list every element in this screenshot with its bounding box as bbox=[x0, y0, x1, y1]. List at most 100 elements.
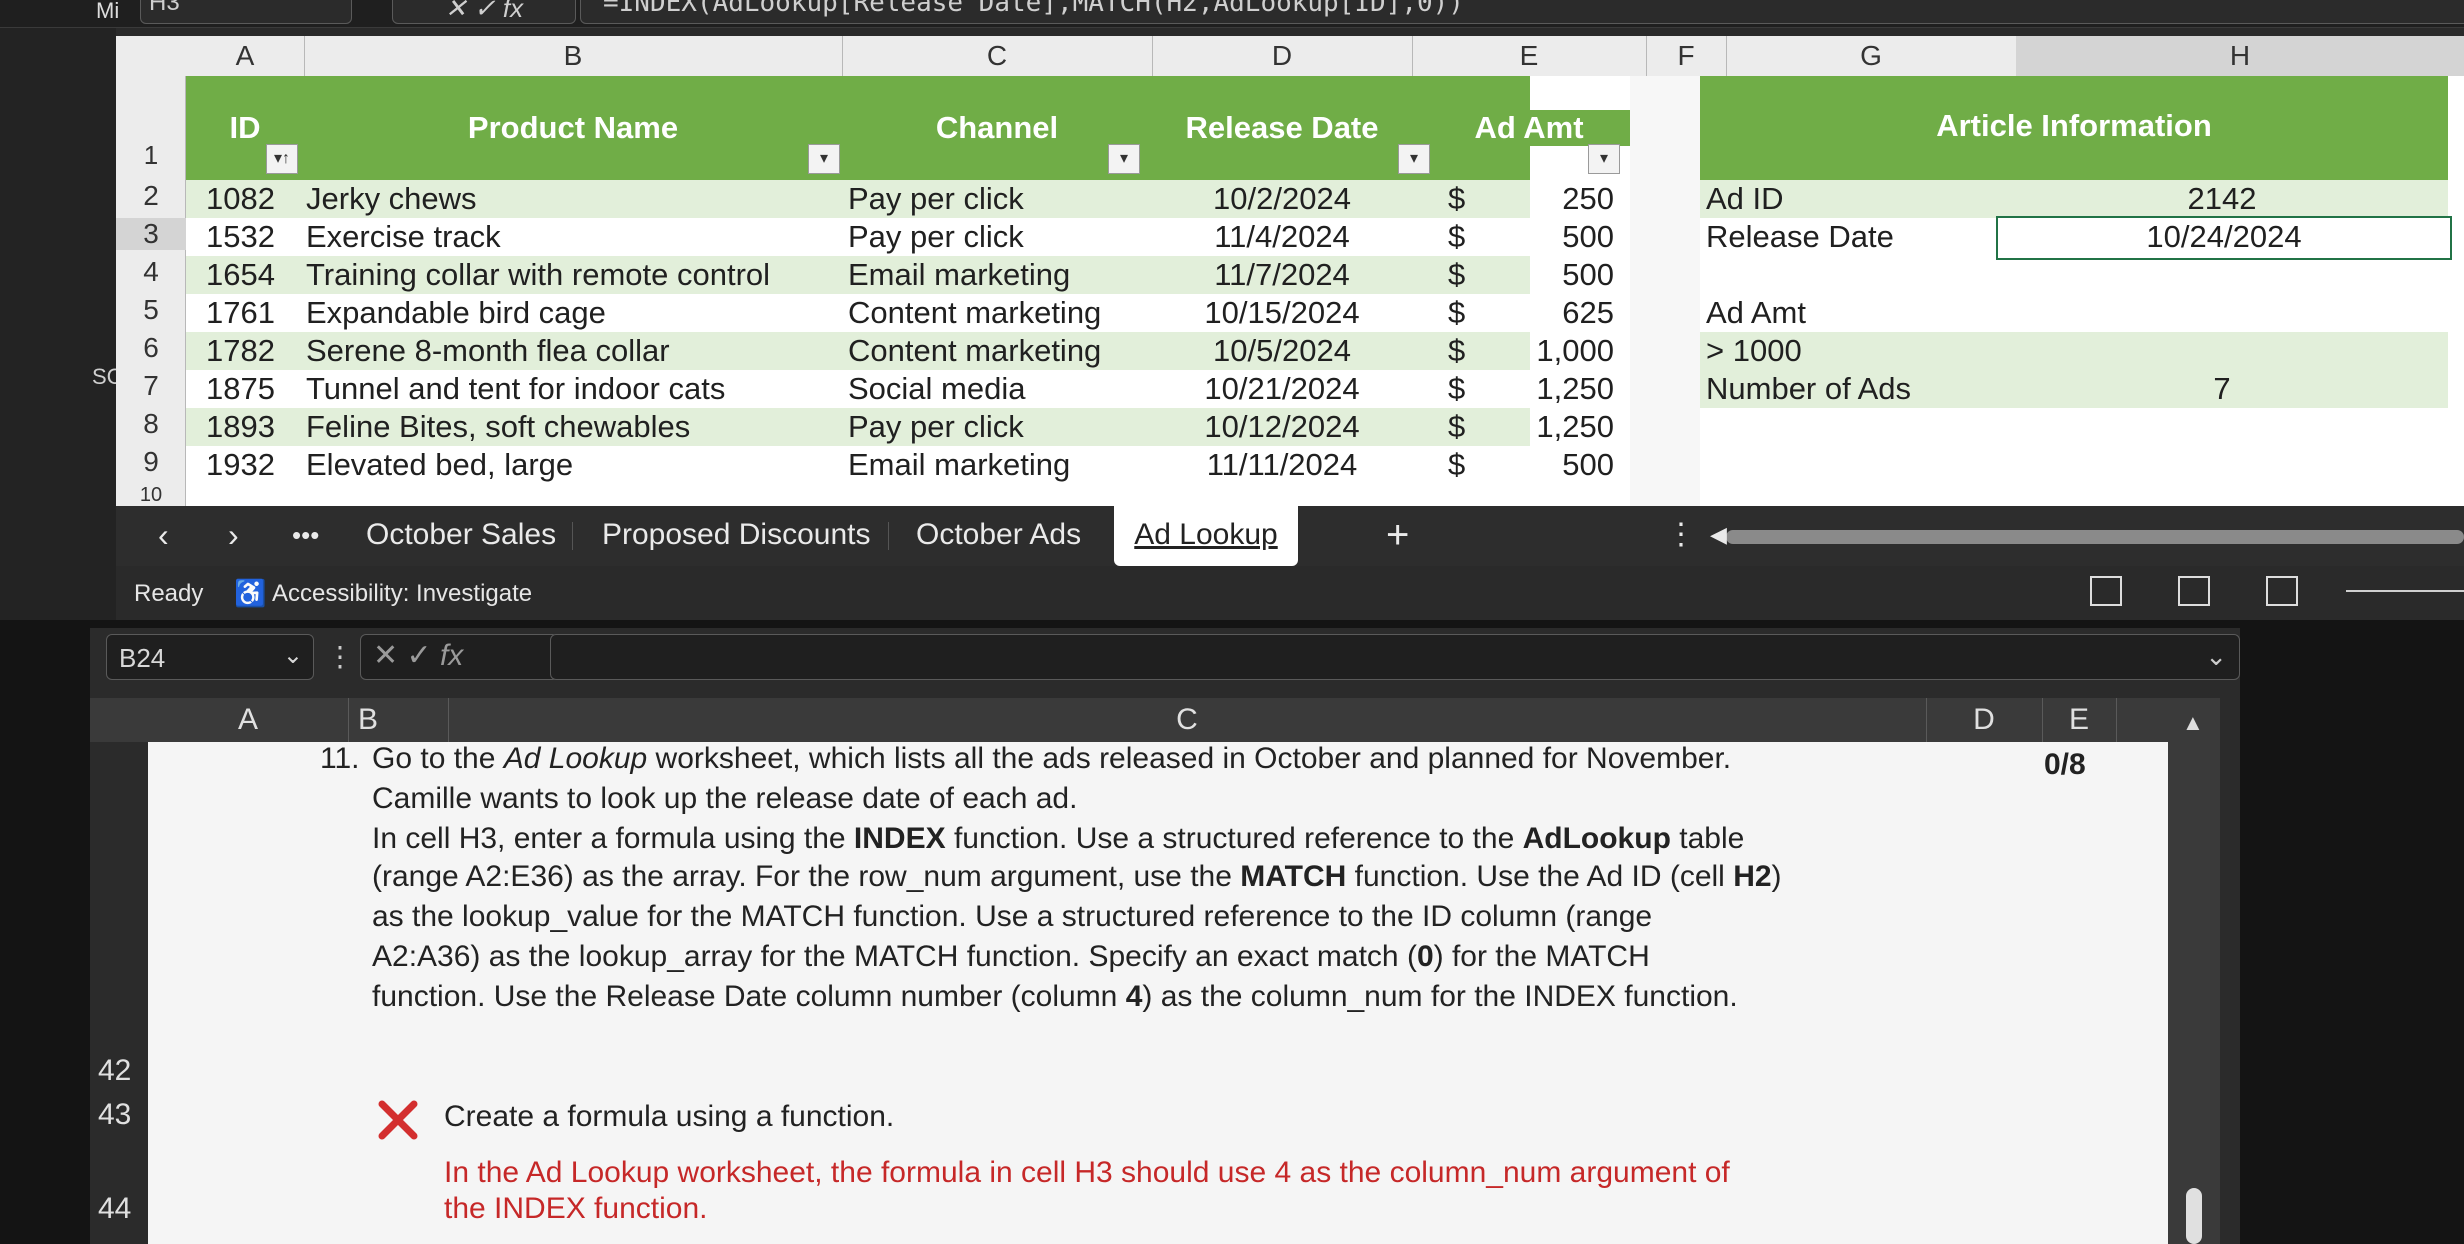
filter-dropdown-ad-amt[interactable]: ▾ bbox=[1588, 144, 1620, 174]
cell-id[interactable]: 1932 bbox=[206, 446, 275, 484]
cell-channel[interactable]: Content marketing bbox=[848, 294, 1101, 332]
cell-product[interactable]: Serene 8-month flea collar bbox=[306, 332, 670, 370]
name-box-bottom[interactable]: B24 ⌄ bbox=[106, 634, 314, 680]
formula-input-bottom[interactable]: ⌄ bbox=[550, 634, 2240, 680]
cell-channel[interactable]: Content marketing bbox=[848, 332, 1101, 370]
page-layout-view-icon[interactable] bbox=[2178, 576, 2210, 606]
cell-product[interactable]: Exercise track bbox=[306, 218, 501, 256]
col-header-c[interactable]: C bbox=[842, 36, 1153, 76]
header-product-name[interactable]: Product Name bbox=[304, 110, 842, 146]
cell-date[interactable]: 10/21/2024 bbox=[1152, 370, 1412, 408]
cell-amt[interactable]: 1,250 bbox=[1412, 408, 1614, 446]
cell-amt[interactable]: 500 bbox=[1412, 446, 1614, 484]
row2-header-43[interactable]: 43 bbox=[98, 1098, 131, 1132]
horizontal-scrollbar[interactable] bbox=[1726, 530, 2464, 544]
cell-product[interactable]: Elevated bed, large bbox=[306, 446, 573, 484]
row2-header-42[interactable]: 42 bbox=[98, 1054, 131, 1088]
num-ads-value[interactable]: 7 bbox=[1996, 370, 2448, 408]
cell-id[interactable]: 1082 bbox=[206, 180, 275, 218]
col2-header-c[interactable]: C bbox=[448, 698, 1927, 742]
prev-sheet-icon[interactable]: ‹ bbox=[158, 506, 169, 566]
cell-channel[interactable]: Pay per click bbox=[848, 408, 1024, 446]
add-sheet-icon[interactable]: + bbox=[1386, 506, 1409, 566]
cell-amt[interactable]: 1,000 bbox=[1412, 332, 1614, 370]
sort-filter-button-id[interactable]: ▾↑ bbox=[266, 144, 298, 174]
cell-channel[interactable]: Social media bbox=[848, 370, 1025, 408]
header-channel[interactable]: Channel bbox=[842, 110, 1152, 146]
cell-amt[interactable]: 500 bbox=[1412, 218, 1614, 256]
article-info-header[interactable]: Article Information bbox=[1700, 108, 2448, 144]
cell-product[interactable]: Expandable bird cage bbox=[306, 294, 606, 332]
row-header-2[interactable]: 2 bbox=[116, 180, 186, 212]
fx-buttons[interactable]: ✕ ✓ fx bbox=[392, 0, 576, 24]
cell-id[interactable]: 1654 bbox=[206, 256, 275, 294]
tab-proposed-discounts[interactable]: Proposed Discounts bbox=[602, 506, 870, 566]
col2-header-e[interactable]: E bbox=[2042, 698, 2117, 742]
row-header-1[interactable]: 1 bbox=[116, 140, 186, 171]
row-header-4[interactable]: 4 bbox=[116, 256, 186, 288]
next-sheet-icon[interactable]: › bbox=[228, 506, 239, 566]
cell-id[interactable]: 1782 bbox=[206, 332, 275, 370]
accessibility-status[interactable]: Accessibility: Investigate bbox=[272, 580, 532, 608]
cell-channel[interactable]: Pay per click bbox=[848, 180, 1024, 218]
ad-id-label[interactable]: Ad ID bbox=[1706, 180, 1784, 218]
name-box[interactable]: H3 bbox=[140, 0, 352, 24]
cell-id[interactable]: 1875 bbox=[206, 370, 275, 408]
num-ads-label[interactable]: Number of Ads bbox=[1706, 370, 1911, 408]
cell-product[interactable]: Feline Bites, soft chewables bbox=[306, 408, 690, 446]
cell-amt[interactable]: 1,250 bbox=[1412, 370, 1614, 408]
header-ad-amt[interactable]: Ad Amt bbox=[1412, 110, 1646, 146]
col-header-g[interactable]: G bbox=[1726, 36, 2017, 76]
row-header-8[interactable]: 8 bbox=[116, 408, 186, 440]
row-header-5[interactable]: 5 bbox=[116, 294, 186, 326]
formula-input[interactable]: =INDEX(AdLookup[Release Date],MATCH(H2,A… bbox=[580, 0, 2464, 24]
filter-dropdown-release-date[interactable]: ▾ bbox=[1398, 144, 1430, 174]
cell-channel[interactable]: Email marketing bbox=[848, 446, 1070, 484]
release-date-label[interactable]: Release Date bbox=[1706, 218, 1894, 256]
cell-amt[interactable]: 250 bbox=[1412, 180, 1614, 218]
col-header-f[interactable]: F bbox=[1646, 36, 1727, 76]
cell-date[interactable]: 11/11/2024 bbox=[1152, 446, 1412, 484]
normal-view-icon[interactable] bbox=[2090, 576, 2122, 606]
cell-product[interactable]: Tunnel and tent for indoor cats bbox=[306, 370, 725, 408]
more-sheets-icon[interactable]: ••• bbox=[292, 506, 319, 566]
col-header-b[interactable]: B bbox=[304, 36, 843, 76]
scrollbar-thumb[interactable] bbox=[2186, 1188, 2202, 1244]
cell-amt[interactable]: 625 bbox=[1412, 294, 1614, 332]
row-header-3[interactable]: 3 bbox=[116, 218, 186, 250]
col-header-e[interactable]: E bbox=[1412, 36, 1647, 76]
cell-date[interactable]: 10/12/2024 bbox=[1152, 408, 1412, 446]
expand-formula-bar-icon[interactable]: ⌄ bbox=[2205, 641, 2227, 672]
cell-product[interactable]: Jerky chews bbox=[306, 180, 477, 218]
more-icon[interactable]: ⋮ bbox=[326, 640, 354, 673]
filter-dropdown-product[interactable]: ▾ bbox=[808, 144, 840, 174]
ad-amt-criteria[interactable]: > 1000 bbox=[1706, 332, 1802, 370]
row-header-9[interactable]: 9 bbox=[116, 446, 186, 478]
cell-channel[interactable]: Pay per click bbox=[848, 218, 1024, 256]
row-header-7[interactable]: 7 bbox=[116, 370, 186, 402]
cell-id[interactable]: 1893 bbox=[206, 408, 275, 446]
cell-date[interactable]: 10/15/2024 bbox=[1152, 294, 1412, 332]
row-header-10[interactable]: 10 bbox=[116, 484, 186, 506]
ad-id-value[interactable]: 2142 bbox=[1996, 180, 2448, 218]
cell-product[interactable]: Training collar with remote control bbox=[306, 256, 770, 294]
cell-id[interactable]: 1761 bbox=[206, 294, 275, 332]
cell-date[interactable]: 10/5/2024 bbox=[1152, 332, 1412, 370]
col-header-a[interactable]: A bbox=[186, 36, 305, 76]
header-release-date[interactable]: Release Date bbox=[1152, 110, 1412, 146]
scroll-left-icon[interactable]: ◀ bbox=[1710, 506, 1727, 566]
tab-october-ads[interactable]: October Ads bbox=[916, 506, 1081, 566]
row2-header-44[interactable]: 44 bbox=[98, 1192, 131, 1226]
col2-header-d[interactable]: D bbox=[1926, 698, 2043, 742]
header-id[interactable]: ID bbox=[186, 110, 304, 146]
col2-header-a[interactable]: A bbox=[148, 698, 349, 742]
col2-header-b[interactable]: B bbox=[358, 698, 449, 742]
filter-dropdown-channel[interactable]: ▾ bbox=[1108, 144, 1140, 174]
col-header-h[interactable]: H bbox=[2016, 36, 2464, 76]
tab-options-icon[interactable]: ⋮ bbox=[1666, 506, 1696, 566]
cell-id[interactable]: 1532 bbox=[206, 218, 275, 256]
cell-date[interactable]: 10/2/2024 bbox=[1152, 180, 1412, 218]
release-date-value-selected[interactable]: 10/24/2024 bbox=[1996, 216, 2452, 260]
fx-buttons-bottom[interactable]: ✕ ✓ fx bbox=[360, 634, 558, 680]
cell-amt[interactable]: 500 bbox=[1412, 256, 1614, 294]
